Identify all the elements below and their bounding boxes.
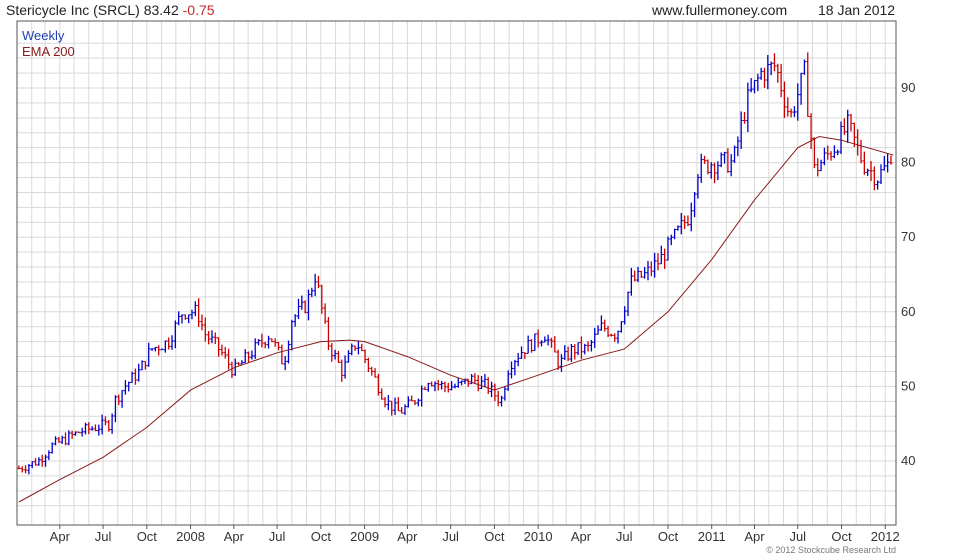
x-tick-label: Apr: [571, 529, 592, 544]
source-site: www.fullermoney.com: [652, 2, 788, 18]
price-change: -0.75: [182, 2, 215, 18]
y-tick-label: 70: [901, 229, 915, 244]
x-tick-label: Apr: [397, 529, 418, 544]
x-tick-label: Apr: [744, 529, 765, 544]
legend-weekly: Weekly: [22, 28, 65, 43]
x-tick-label: Apr: [224, 529, 245, 544]
x-tick-label: Oct: [658, 529, 679, 544]
x-tick-label: Oct: [311, 529, 332, 544]
x-tick-label: Apr: [50, 529, 71, 544]
x-tick-label: Oct: [484, 529, 505, 544]
y-tick-label: 60: [901, 304, 915, 319]
ema-200-line: [18, 135, 894, 503]
y-tick-label: 40: [901, 453, 915, 468]
weekly-bars: [17, 52, 893, 475]
y-tick-label: 50: [901, 378, 915, 393]
y-tick-label: 80: [901, 155, 915, 170]
x-tick-label: 2012: [871, 529, 900, 544]
x-tick-label: Jul: [95, 529, 112, 544]
x-tick-label: 2011: [698, 529, 726, 544]
x-tick-label: Jul: [616, 529, 633, 544]
y-axis-ticks: 40 50 60 70 80 90: [901, 80, 915, 468]
x-tick-label: Oct: [137, 529, 158, 544]
price-chart: Apr Jul Oct 2008 Apr Jul Oct 2009 Apr Jul Oct 2010 A…: [16, 20, 915, 544]
x-tick-label: 2010: [524, 529, 553, 544]
plot-frame: [16, 20, 897, 526]
copyright-text: © 2012 Stockcube Research Ltd: [766, 545, 896, 555]
x-tick-label: Jul: [442, 529, 459, 544]
chart-title-line: Stericycle Inc (SRCL) 83.42 -0.75: [6, 2, 215, 18]
chart-date: 18 Jan 2012: [818, 2, 896, 18]
x-tick-label: Oct: [831, 529, 852, 544]
x-axis-ticks: Apr Jul Oct 2008 Apr Jul Oct 2009 Apr Jul Oct 2010 A…: [50, 525, 900, 544]
chart-grid: [17, 21, 896, 525]
last-price: 83.42: [143, 2, 179, 18]
chart-title: Stericycle Inc (SRCL): [6, 2, 140, 18]
y-tick-label: 90: [901, 80, 915, 95]
legend-ema: EMA 200: [22, 44, 75, 59]
x-tick-label: 2009: [350, 529, 379, 544]
x-tick-label: Jul: [269, 529, 286, 544]
x-tick-label: 2008: [176, 529, 205, 544]
x-tick-label: Jul: [789, 529, 806, 544]
